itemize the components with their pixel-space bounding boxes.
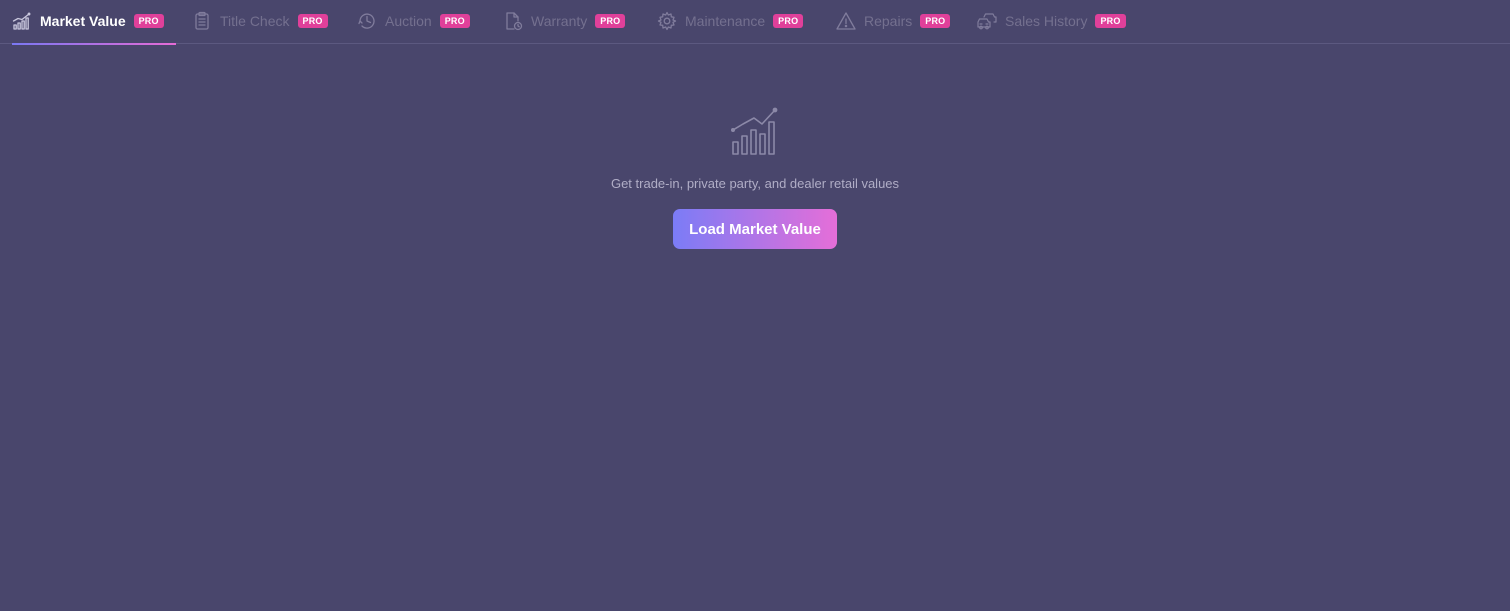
warning-icon <box>836 11 856 31</box>
bar-chart-icon <box>12 11 32 31</box>
load-market-value-button[interactable]: Load Market Value <box>673 209 837 249</box>
empty-state: Get trade-in, private party, and dealer … <box>0 104 1510 249</box>
empty-state-description: Get trade-in, private party, and dealer … <box>610 176 900 191</box>
pro-badge: PRO <box>1095 14 1126 28</box>
tab-auction[interactable]: Auction PRO <box>357 0 470 44</box>
tab-warranty[interactable]: Warranty PRO <box>503 0 626 44</box>
tab-label: Title Check <box>220 13 290 29</box>
pro-badge: PRO <box>133 14 164 28</box>
pro-badge: PRO <box>297 14 328 28</box>
pro-badge: PRO <box>920 14 951 28</box>
tab-bar: Market Value PRO Title Check PRO Auction… <box>0 0 1510 45</box>
clipboard-icon <box>192 11 212 31</box>
clock-icon <box>357 11 377 31</box>
tab-market-value[interactable]: Market Value PRO <box>12 0 176 45</box>
pro-badge: PRO <box>595 14 626 28</box>
tab-label: Auction <box>385 13 432 29</box>
tab-label: Maintenance <box>685 13 766 29</box>
tab-title-check[interactable]: Title Check PRO <box>192 0 328 44</box>
tab-label: Warranty <box>531 13 588 29</box>
tab-label: Market Value <box>40 13 126 29</box>
cars-icon <box>977 11 997 31</box>
tab-sales-history[interactable]: Sales History PRO <box>977 0 1126 44</box>
tab-repairs[interactable]: Repairs PRO <box>836 0 951 44</box>
tab-label: Repairs <box>864 13 913 29</box>
gear-icon <box>657 11 677 31</box>
tab-maintenance[interactable]: Maintenance PRO <box>657 0 804 44</box>
bar-chart-icon <box>729 104 781 156</box>
document-clock-icon <box>503 11 523 31</box>
pro-badge: PRO <box>439 14 470 28</box>
tab-label: Sales History <box>1005 13 1088 29</box>
pro-badge: PRO <box>773 14 804 28</box>
